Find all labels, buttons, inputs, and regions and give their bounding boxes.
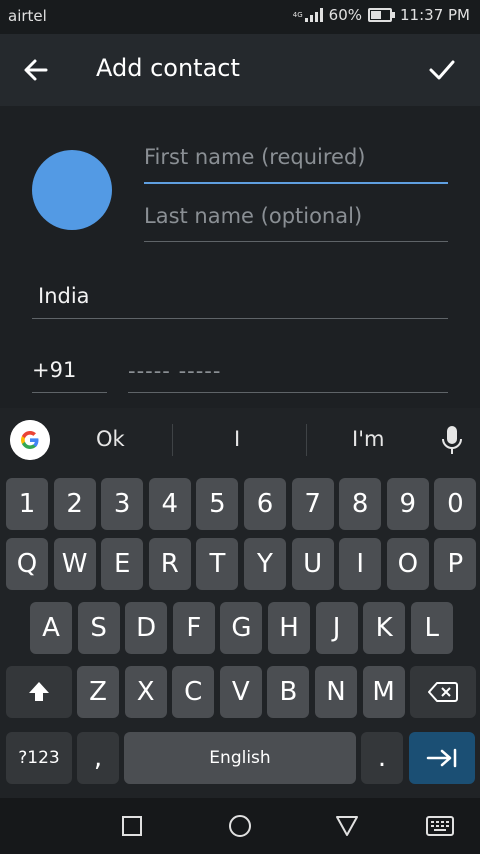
recents-square-icon[interactable] (121, 815, 143, 837)
arrow-left-icon[interactable] (20, 54, 52, 86)
app-bar: Add contact (0, 34, 480, 106)
key-n[interactable]: N (315, 666, 357, 718)
key-w[interactable]: W (53, 538, 96, 590)
contact-form: India +91 (0, 106, 480, 408)
first-name-input[interactable] (144, 142, 444, 172)
back-triangle-icon[interactable] (335, 815, 359, 837)
battery-percent: 60% (328, 6, 363, 24)
suggestion-divider (172, 424, 173, 456)
key-v[interactable]: V (219, 666, 262, 718)
backspace-icon (428, 682, 458, 702)
key-m[interactable]: M (362, 666, 405, 718)
status-icons: 4G 60% 11:37 PM (293, 6, 470, 24)
country-code-underline (32, 392, 107, 393)
key-b[interactable]: B (267, 666, 310, 718)
network-type: 4G (292, 10, 303, 19)
clock: 11:37 PM (400, 6, 470, 24)
backspace-key[interactable] (410, 666, 476, 718)
key-2[interactable]: 2 (53, 478, 96, 530)
suggestion-divider (306, 424, 307, 456)
shift-arrow-icon (29, 682, 49, 701)
key-z[interactable]: Z (77, 666, 119, 718)
key-x[interactable]: X (124, 666, 167, 718)
key-l[interactable]: L (410, 602, 453, 654)
google-g-icon[interactable] (10, 420, 50, 460)
country-selector[interactable]: India (38, 284, 90, 308)
key-0[interactable]: 0 (434, 478, 477, 530)
suggestion-3[interactable]: I'm (352, 427, 384, 451)
next-field-key[interactable] (409, 732, 475, 784)
key-1[interactable]: 1 (6, 478, 48, 530)
keyboard: Ok I I'm 1234567890QWERTYUIOPASDFGHJKLZX… (0, 408, 480, 798)
key-c[interactable]: C (172, 666, 215, 718)
key-j[interactable]: J (315, 602, 358, 654)
signal-icon (304, 8, 323, 22)
key-3[interactable]: 3 (101, 478, 144, 530)
key-h[interactable]: H (268, 602, 310, 654)
key-9[interactable]: 9 (386, 478, 429, 530)
key-t[interactable]: T (196, 538, 239, 590)
key-8[interactable]: 8 (339, 478, 382, 530)
period-key[interactable]: . (361, 732, 403, 784)
phone-underline (128, 392, 448, 393)
comma-key[interactable]: , (77, 732, 119, 784)
suggestion-1[interactable]: Ok (96, 427, 125, 451)
battery-icon (368, 8, 396, 22)
avatar[interactable] (32, 150, 112, 230)
suggestion-2[interactable]: I (234, 427, 240, 451)
key-f[interactable]: F (172, 602, 215, 654)
tab-arrow-icon (426, 748, 457, 768)
key-7[interactable]: 7 (291, 478, 334, 530)
country-code[interactable]: +91 (32, 358, 76, 382)
key-o[interactable]: O (386, 538, 429, 590)
last-name-input[interactable] (144, 201, 444, 231)
status-bar: airtel 4G 60% 11:37 PM (0, 0, 480, 34)
key-u[interactable]: U (291, 538, 334, 590)
key-e[interactable]: E (101, 538, 144, 590)
keyboard-icon[interactable] (426, 816, 454, 836)
key-p[interactable]: P (434, 538, 477, 590)
first-name-underline (144, 182, 448, 184)
page-title: Add contact (96, 54, 240, 82)
suggestion-strip: Ok I I'm (0, 408, 480, 472)
shift-key[interactable] (6, 666, 72, 718)
key-g[interactable]: G (220, 602, 263, 654)
key-d[interactable]: D (125, 602, 168, 654)
symbols-key[interactable]: ?123 (6, 732, 72, 784)
key-a[interactable]: A (30, 602, 72, 654)
key-6[interactable]: 6 (244, 478, 286, 530)
key-i[interactable]: I (339, 538, 382, 590)
navigation-bar (0, 798, 480, 854)
microphone-icon[interactable] (440, 424, 464, 456)
check-icon[interactable] (426, 54, 458, 86)
key-4[interactable]: 4 (148, 478, 191, 530)
country-underline (32, 318, 448, 319)
key-r[interactable]: R (148, 538, 191, 590)
key-s[interactable]: S (77, 602, 120, 654)
last-name-underline (144, 241, 448, 242)
space-key[interactable]: English (124, 732, 356, 784)
key-y[interactable]: Y (244, 538, 286, 590)
phone-input[interactable] (128, 356, 444, 386)
key-q[interactable]: Q (6, 538, 48, 590)
home-circle-icon[interactable] (228, 814, 252, 838)
carrier-name: airtel (8, 7, 47, 25)
key-k[interactable]: K (363, 602, 406, 654)
key-5[interactable]: 5 (196, 478, 239, 530)
